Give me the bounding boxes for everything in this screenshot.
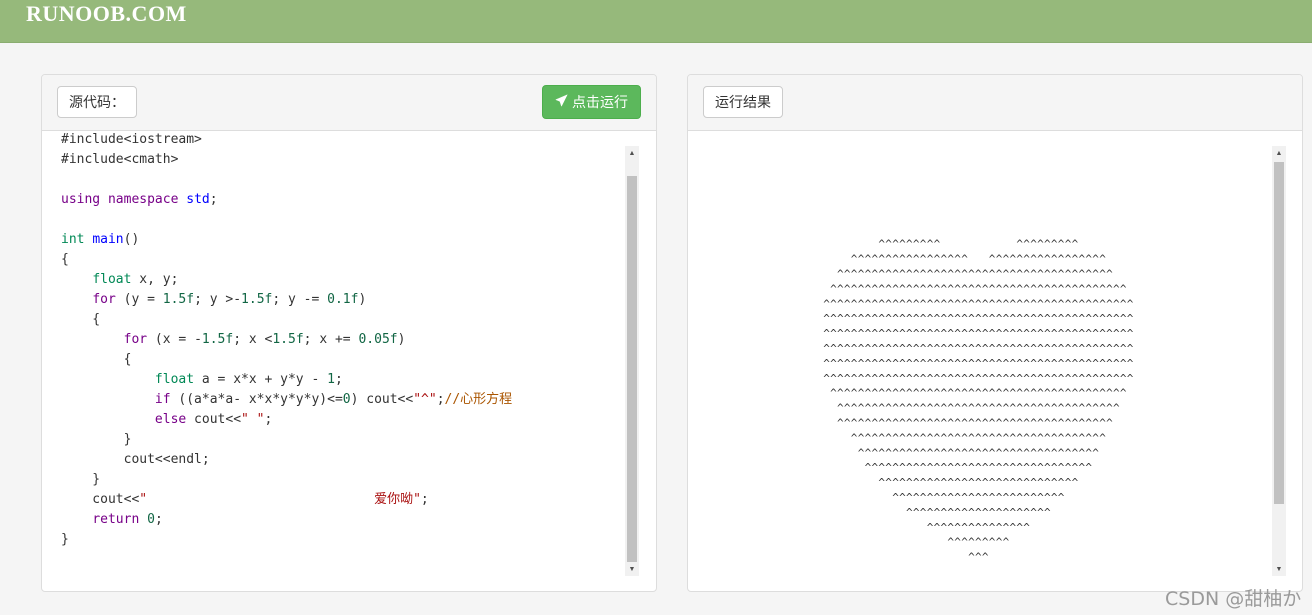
caret-glyph: ^ bbox=[1072, 476, 1079, 489]
code-line: cout<<" 爱你呦"; bbox=[61, 492, 429, 507]
caret-glyph: ^ bbox=[1099, 253, 1106, 266]
run-button-label: 点击运行 bbox=[572, 94, 628, 110]
scroll-up-arrow-icon[interactable]: ▲ bbox=[1272, 146, 1286, 160]
result-tab[interactable]: 运行结果 bbox=[703, 86, 783, 118]
code-line: } bbox=[61, 532, 69, 547]
code-line: } bbox=[61, 472, 101, 487]
code-editor-scrollbar[interactable]: ▲ ▼ bbox=[625, 146, 639, 576]
code-line: cout<<endl; bbox=[61, 452, 210, 467]
caret-glyph: ^ bbox=[1127, 357, 1134, 370]
caret-glyph: ^ bbox=[1092, 446, 1099, 459]
code-line: for (x = -1.5f; x <1.5f; x += 0.05f) bbox=[123, 332, 406, 347]
scroll-up-arrow-icon[interactable]: ▲ bbox=[625, 146, 639, 160]
caret-glyph: ^ bbox=[1044, 506, 1051, 519]
caret-glyph: ^ bbox=[1127, 312, 1134, 325]
caret-glyph: ^ bbox=[1099, 431, 1106, 444]
scroll-down-arrow-icon[interactable]: ▼ bbox=[625, 562, 639, 576]
result-scrollbar[interactable]: ▲ ▼ bbox=[1272, 146, 1286, 576]
caret-glyph: ^ bbox=[1127, 327, 1134, 340]
code-line: { bbox=[61, 352, 132, 367]
caret-glyph: ^ bbox=[982, 551, 989, 564]
caret-glyph: ^ bbox=[1113, 402, 1120, 415]
code-line: return 0; bbox=[92, 512, 163, 527]
code-line: int main() bbox=[61, 232, 140, 247]
scrollbar-thumb[interactable] bbox=[1274, 162, 1284, 504]
code-line: { bbox=[61, 312, 101, 327]
caret-glyph: ^ bbox=[1003, 536, 1010, 549]
run-button[interactable]: 点击运行 bbox=[542, 85, 641, 119]
output-area: ^ ^ ^ ^ ^ ^ ^ ^ ^ ^ ^ ^ ^ ^ ^ ^ ^ ^ ^ ^ ^ ^ ^ ^ ^ ^ ^ ^ ^ ^ ^ ^ ^ ^ ^ ^ ^ ^ ^ ^… bbox=[688, 131, 1256, 577]
caret-glyph: ^ bbox=[1120, 282, 1127, 295]
source-panel-header: 源代码： 点击运行 bbox=[42, 75, 656, 131]
caret-glyph: ^ bbox=[1072, 238, 1079, 251]
source-code-panel: 源代码： 点击运行 #include<iostream> #include<cma… bbox=[41, 74, 657, 592]
caret-glyph: ^ bbox=[961, 253, 968, 266]
caret-glyph: ^ bbox=[1023, 521, 1030, 534]
code-line: { bbox=[61, 252, 69, 267]
top-header: RUNOOB.COM bbox=[0, 0, 1312, 43]
caret-glyph: ^ bbox=[1106, 417, 1113, 430]
heart-ascii-output: ^ ^ ^ ^ ^ ^ ^ ^ ^ ^ ^ ^ ^ ^ ^ ^ ^ ^^ ^ ^ ^ ^ ^ ^ ^ ^ ^ ^ ^ ^ ^ ^ ^ ^ ^ ^ ^ ^ ^… bbox=[823, 238, 1134, 564]
code-line: using namespace std; bbox=[61, 192, 218, 207]
code-line: for (y = 1.5f; y >-1.5f; y -= 0.1f) bbox=[92, 292, 367, 307]
result-panel-header: 运行结果 bbox=[688, 75, 1302, 131]
scrollbar-thumb[interactable] bbox=[627, 176, 637, 562]
csdn-watermark: CSDN @甜柚か bbox=[1165, 588, 1302, 610]
caret-glyph: ^ bbox=[1127, 297, 1134, 310]
caret-glyph: ^ bbox=[1127, 342, 1134, 355]
code-line: float x, y; bbox=[92, 272, 179, 287]
code-line: if ((a*a*a- x*x*y*y*y)<=0) cout<<"^";//心… bbox=[154, 392, 513, 407]
code-line: else cout<<" "; bbox=[154, 412, 273, 427]
caret-glyph: ^ bbox=[1058, 491, 1065, 504]
scroll-down-arrow-icon[interactable]: ▼ bbox=[1272, 562, 1286, 576]
site-logo[interactable]: RUNOOB.COM bbox=[26, 1, 187, 27]
code-line: } bbox=[61, 432, 132, 447]
caret-glyph: ^ bbox=[1106, 268, 1113, 281]
caret-glyph: ^ bbox=[1085, 461, 1092, 474]
caret-glyph: ^ bbox=[1127, 372, 1134, 385]
code-text: #include<iostream> #include<cmath> using … bbox=[61, 131, 512, 550]
result-panel: 运行结果 ^ ^ ^ ^ ^ ^ ^ ^ ^ ^ ^ ^ ^ ^ ^ ^ ^ ^ ^ ^ ^ ^ ^ ^ ^ ^ ^ ^ ^ ^ ^ ^ ^ ^ ^… bbox=[687, 74, 1303, 592]
source-code-tab[interactable]: 源代码： bbox=[57, 86, 137, 118]
send-icon bbox=[555, 86, 568, 118]
caret-glyph: ^ bbox=[934, 238, 941, 251]
caret-glyph: ^ bbox=[1120, 387, 1127, 400]
code-line: #include<cmath> bbox=[61, 152, 179, 167]
code-line: float a = x*x + y*y - 1; bbox=[154, 372, 343, 387]
code-line: #include<iostream> bbox=[61, 132, 202, 147]
code-editor[interactable]: #include<iostream> #include<cmath> using … bbox=[42, 131, 626, 577]
